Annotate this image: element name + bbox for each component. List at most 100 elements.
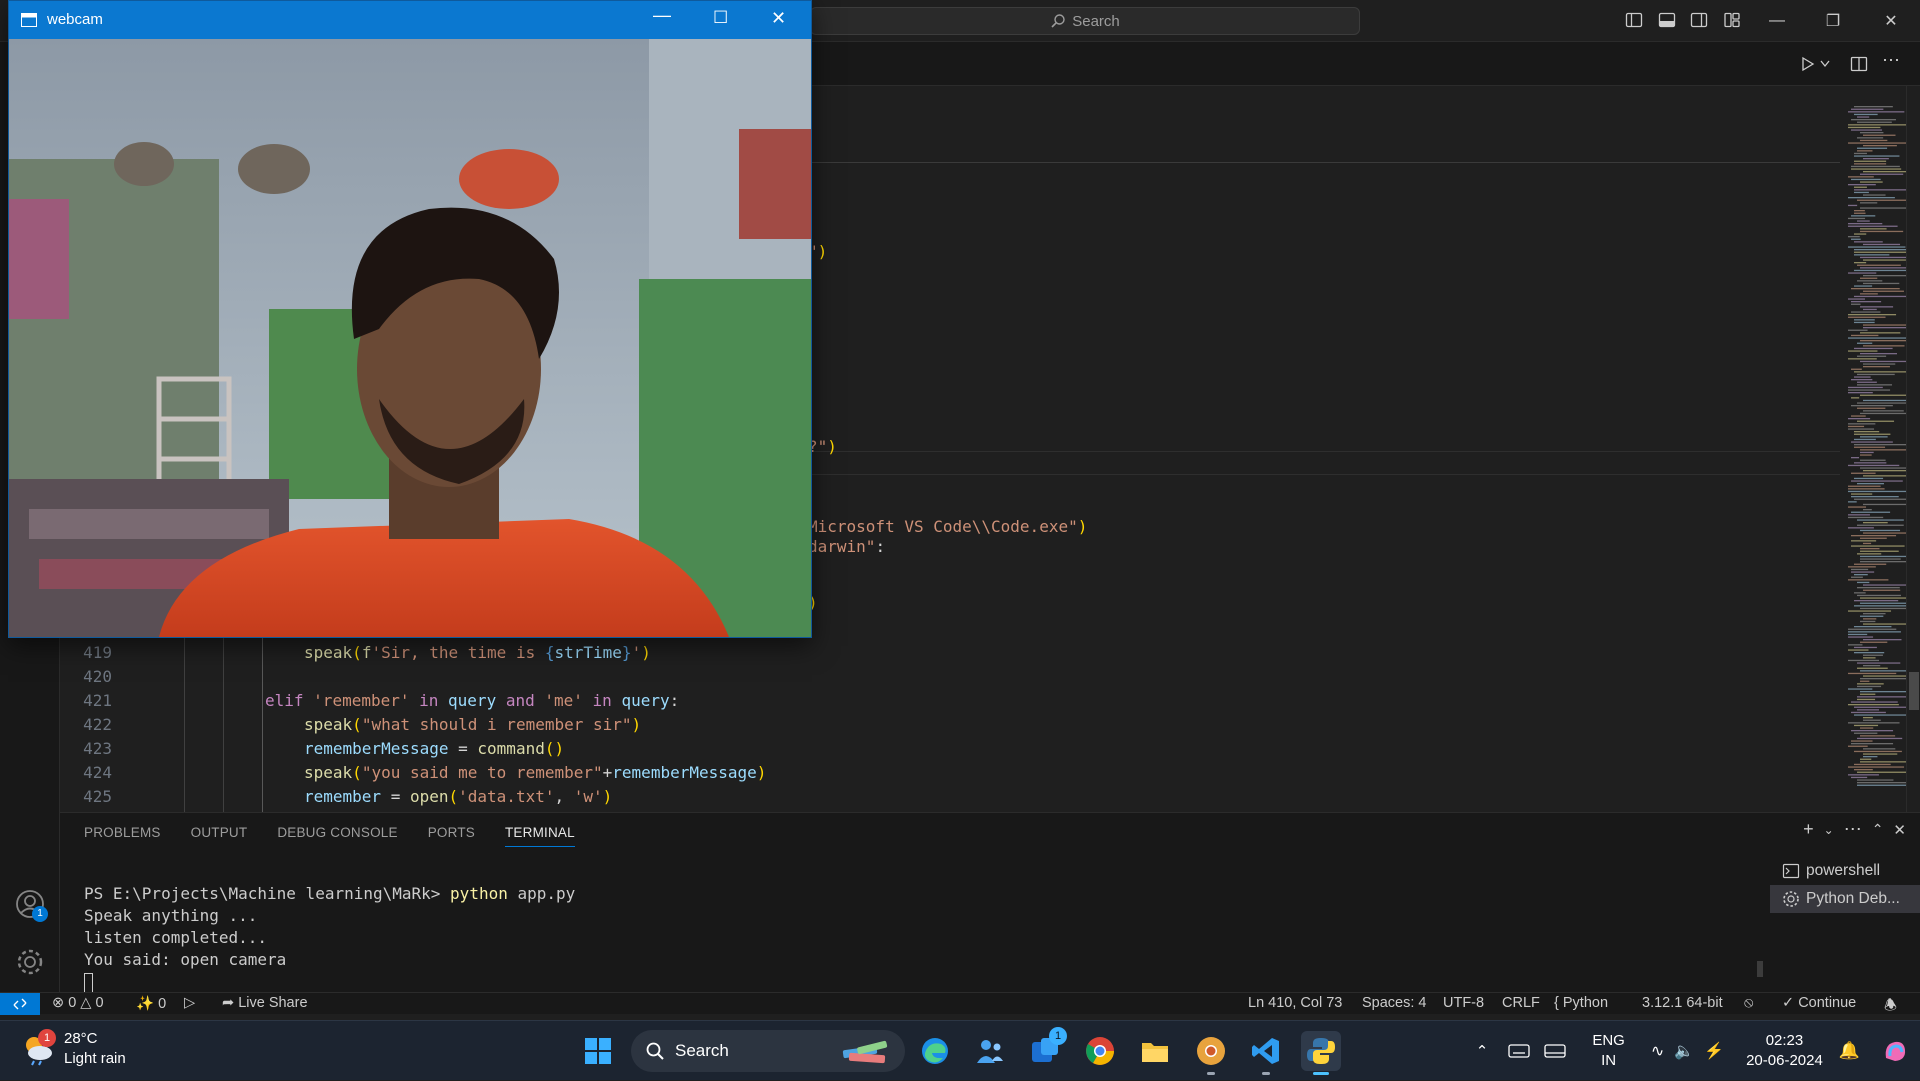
vscode-minimize-button[interactable]: — [1754, 0, 1800, 42]
webcam-minimize-button[interactable]: — [653, 5, 671, 26]
wifi-icon[interactable]: ∿ [1651, 1041, 1664, 1061]
panel-more-icon[interactable]: ⋯ [1844, 819, 1862, 840]
taskbar-edge[interactable] [915, 1031, 955, 1071]
code-line[interactable]: 419 speak(f'Sir, the time is {strTime}') [60, 641, 1780, 665]
minimap-line [1848, 631, 1901, 633]
toggle-primary-sidebar-icon[interactable] [1625, 11, 1643, 29]
toggle-secondary-sidebar-icon[interactable] [1690, 11, 1708, 29]
terminal-item-powershell[interactable]: powershell [1770, 857, 1920, 885]
run-tests-status[interactable]: ▷ [184, 995, 195, 1011]
vscode-restore-button[interactable]: ❐ [1810, 0, 1856, 42]
taskbar-people[interactable] [970, 1031, 1010, 1071]
code-line[interactable]: 421 elif 'remember' in query and 'me' in … [60, 689, 1780, 713]
minimap-line [1854, 574, 1868, 576]
python-interpreter[interactable]: 3.12.1 64-bit [1642, 995, 1723, 1011]
minimap-line [1857, 483, 1884, 485]
run-python-file-icon[interactable] [1800, 56, 1816, 72]
minimap-line [1854, 210, 1865, 212]
minimap-line [1854, 321, 1875, 324]
start-button[interactable] [578, 1031, 618, 1071]
battery-charging-icon[interactable]: ⚡ [1704, 1041, 1724, 1061]
weather-widget[interactable]: 1 28°C Light rain [20, 1029, 126, 1069]
chevron-down-icon[interactable] [1820, 60, 1830, 68]
volume-icon[interactable]: 🔈 [1674, 1041, 1694, 1061]
terminal-item-python-debug[interactable]: Python Deb... [1770, 885, 1920, 913]
live-share-status[interactable]: ➦ Live Share [222, 995, 308, 1011]
language-mode[interactable]: { Python [1554, 995, 1608, 1011]
customize-layout-icon[interactable] [1723, 11, 1741, 29]
taskbar-search[interactable]: Search [631, 1030, 905, 1072]
eol-status[interactable]: CRLF [1502, 995, 1540, 1011]
accounts-button[interactable]: 1 [14, 888, 48, 922]
maximize-panel-icon[interactable]: ⌃ [1872, 819, 1884, 840]
toggle-panel-icon[interactable] [1658, 11, 1676, 29]
command-center-search[interactable]: Search [810, 7, 1360, 35]
indentation-status[interactable]: Spaces: 4 [1362, 995, 1427, 1011]
tab-problems[interactable]: PROBLEMS [84, 825, 161, 847]
code-line[interactable]: 424 speak("you said me to remember"+remem… [60, 761, 1780, 785]
close-panel-icon[interactable]: ✕ [1893, 819, 1906, 840]
minimap-line [1854, 295, 1912, 298]
minimap-line [1851, 119, 1896, 121]
editor-scrollbar-thumb[interactable] [1909, 672, 1919, 710]
cursor-position[interactable]: Ln 410, Col 73 [1248, 995, 1342, 1011]
minimap-line [1857, 373, 1895, 376]
continue-status[interactable]: ✓ Continue [1782, 995, 1856, 1011]
taskbar-python-app[interactable] [1301, 1031, 1341, 1075]
tab-debug-console[interactable]: DEBUG CONSOLE [277, 825, 397, 847]
live-share-label: Live Share [238, 995, 308, 1011]
more-actions-icon[interactable]: ⋯ [1882, 50, 1900, 71]
new-terminal-icon[interactable]: + [1803, 819, 1814, 840]
touch-keyboard-icon[interactable] [1544, 1043, 1566, 1059]
windows-logo-icon [585, 1038, 611, 1064]
minimap-line [1851, 108, 1884, 110]
terminal-dropdown-chevron-icon[interactable]: ⌄ [1824, 819, 1834, 840]
taskbar-chrome[interactable] [1080, 1031, 1120, 1071]
minimap-line [1860, 467, 1911, 469]
webcam-window[interactable]: webcam — ☐ ✕ [8, 0, 812, 638]
language-indicator[interactable]: ENG IN [1592, 1031, 1625, 1071]
tab-output[interactable]: OUTPUT [191, 825, 248, 847]
vscode-close-button[interactable]: ✕ [1868, 0, 1914, 42]
search-highlight-books-icon [842, 1040, 888, 1064]
split-editor-icon[interactable] [1850, 55, 1868, 73]
keyboard-icon[interactable] [1508, 1043, 1530, 1059]
show-hidden-icons-chevron-icon[interactable]: ⌃ [1476, 1042, 1489, 1060]
minimap-line [1857, 737, 1903, 740]
taskbar-vscode[interactable] [1246, 1031, 1286, 1075]
webcam-maximize-button[interactable]: ☐ [713, 8, 728, 28]
ports-count: 0 [158, 996, 167, 1012]
check-icon: ✓ [1782, 995, 1795, 1011]
webcam-close-button[interactable]: ✕ [771, 8, 786, 29]
terminal-output[interactable]: PS E:\Projects\Machine learning\MaRk> py… [84, 883, 575, 993]
minimap-line [1851, 540, 1877, 542]
settings-gear-icon[interactable] [14, 946, 46, 978]
minimap-line [1863, 410, 1904, 412]
tab-ports[interactable]: PORTS [428, 825, 475, 847]
minimap-line [1857, 150, 1873, 152]
webcam-titlebar[interactable]: webcam — ☐ ✕ [9, 1, 811, 39]
editor-scrollbar[interactable] [1906, 86, 1920, 812]
braces-icon: { [1554, 995, 1559, 1011]
tab-terminal[interactable]: TERMINAL [504, 825, 575, 847]
ports-status[interactable]: ✨ 0 [136, 995, 166, 1012]
code-line[interactable]: 425 remember = open('data.txt', 'w') [60, 785, 1780, 809]
problems-status[interactable]: ⊗ 0 △ 0 [52, 995, 104, 1011]
minimap-line [1854, 477, 1884, 480]
remote-indicator-button[interactable] [0, 993, 40, 1015]
code-line[interactable]: 420 [60, 665, 1780, 689]
taskbar-teams[interactable]: 1 [1025, 1027, 1067, 1071]
copilot-icon[interactable] [1880, 1036, 1910, 1066]
code-line[interactable]: 423 rememberMessage = command() [60, 737, 1780, 761]
encoding-status[interactable]: UTF-8 [1443, 995, 1484, 1011]
notifications-bell-icon[interactable]: 🕭 [1884, 995, 1897, 1020]
copilot-disabled-icon[interactable]: ⦸ [1744, 995, 1753, 1011]
taskbar-file-explorer[interactable] [1135, 1031, 1175, 1071]
notifications-bell-icon[interactable]: 🔔 [1839, 1041, 1860, 1061]
terminal-scrollbar[interactable] [1757, 883, 1763, 983]
clock[interactable]: 02:23 20-06-2024 [1746, 1031, 1823, 1071]
minimap-line [1854, 212, 1866, 214]
minimap-line [1863, 657, 1876, 659]
code-line[interactable]: 422 speak("what should i remember sir") [60, 713, 1780, 737]
taskbar-chrome-profile[interactable] [1191, 1031, 1231, 1075]
